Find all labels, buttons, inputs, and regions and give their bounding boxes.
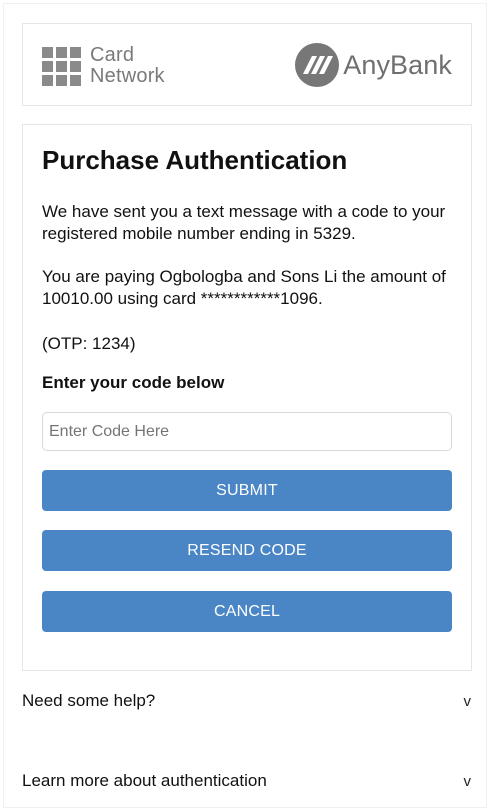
learn-more-toggle[interactable]: Learn more about authentication v bbox=[22, 770, 472, 792]
authentication-page: Card Network AnyBank Purchase Authentica… bbox=[0, 0, 490, 811]
purchase-authentication-card: Purchase Authentication We have sent you… bbox=[22, 124, 472, 671]
card-network-grid-icon bbox=[42, 46, 81, 86]
card-network-line2: Network bbox=[90, 65, 165, 87]
payment-details-text: You are paying Ogbologba and Sons Li the… bbox=[42, 267, 446, 308]
brand-logo-panel: Card Network AnyBank bbox=[22, 23, 472, 106]
otp-hint-text: (OTP: 1234) bbox=[42, 334, 136, 353]
chevron-down-icon: v bbox=[463, 692, 472, 710]
card-network-line1: Card bbox=[90, 44, 135, 66]
chevron-down-icon: v bbox=[463, 772, 472, 790]
anybank-stripes-icon bbox=[295, 43, 340, 87]
need-help-toggle[interactable]: Need some help? v bbox=[22, 690, 472, 712]
otp-code-input[interactable] bbox=[42, 412, 452, 451]
page-title: Purchase Authentication bbox=[42, 145, 348, 175]
anybank-wordmark: AnyBank bbox=[343, 49, 452, 80]
message-sent-text: We have sent you a text message with a c… bbox=[42, 202, 446, 243]
card-network-wordmark: Card Network bbox=[90, 45, 165, 87]
anybank-logo: AnyBank bbox=[295, 43, 452, 87]
card-network-logo: Card Network bbox=[42, 45, 165, 87]
need-help-label: Need some help? bbox=[22, 691, 156, 710]
learn-more-label: Learn more about authentication bbox=[22, 771, 267, 790]
resend-code-button[interactable]: RESEND CODE bbox=[42, 530, 452, 571]
code-input-label: Enter your code below bbox=[42, 373, 225, 392]
submit-button[interactable]: SUBMIT bbox=[42, 470, 452, 511]
cancel-button[interactable]: CANCEL bbox=[42, 591, 452, 632]
